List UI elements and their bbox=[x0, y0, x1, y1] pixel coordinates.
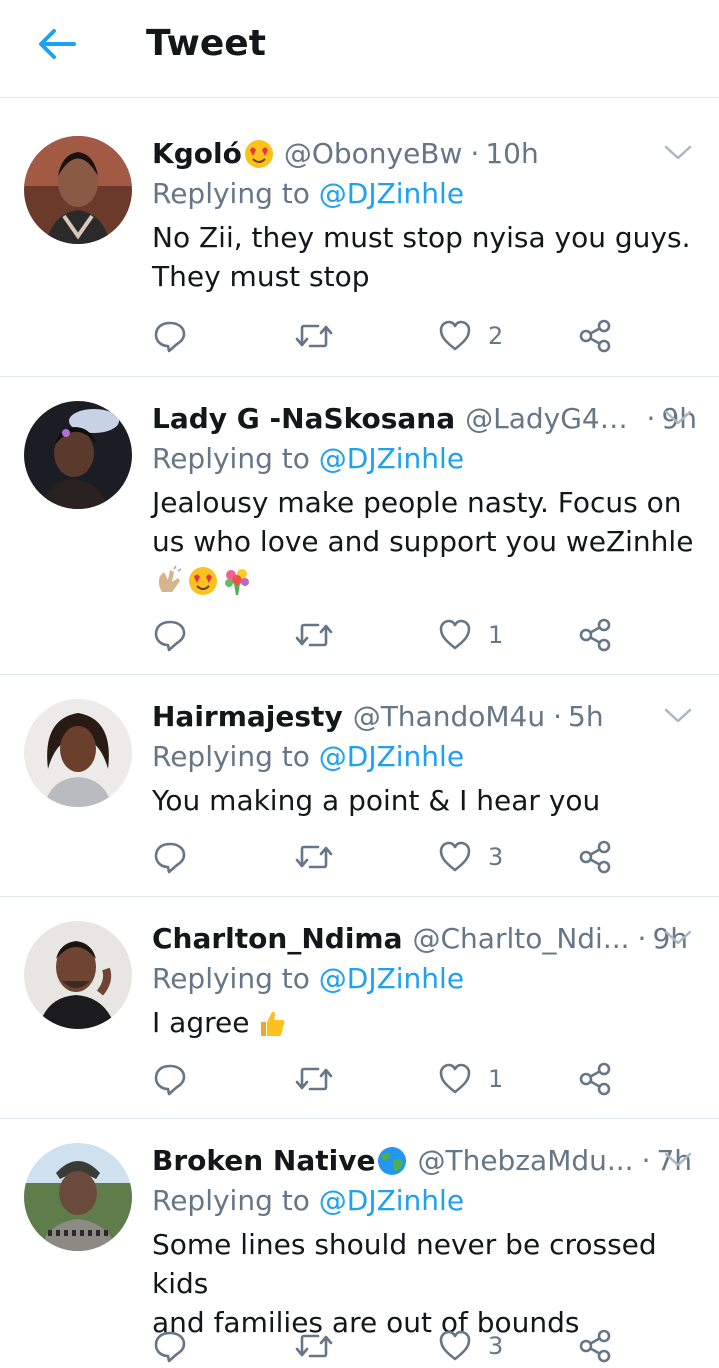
mention-link[interactable]: @DJZinhle bbox=[319, 1184, 464, 1217]
retweet-icon bbox=[295, 623, 333, 647]
share-button[interactable] bbox=[578, 1324, 612, 1368]
heart-eyes-emoji-icon bbox=[244, 140, 273, 168]
heart-eyes-emoji-icon bbox=[189, 566, 217, 595]
tweet-item[interactable]: Lady G -NaSkosana @LadyG43... · 9h Reply… bbox=[0, 377, 719, 675]
back-arrow-icon bbox=[39, 29, 76, 59]
like-count: 3 bbox=[488, 1332, 504, 1360]
author-name[interactable]: Broken Native bbox=[152, 1141, 375, 1181]
top-bar: Tweet bbox=[0, 0, 719, 98]
share-button[interactable] bbox=[578, 613, 612, 657]
chevron-down-icon[interactable] bbox=[663, 705, 693, 725]
bouquet-emoji-icon bbox=[225, 568, 249, 595]
author-handle[interactable]: @ThebzaMdu... bbox=[417, 1141, 633, 1181]
like-count: 1 bbox=[488, 621, 504, 649]
mention-link[interactable]: @DJZinhle bbox=[319, 962, 464, 995]
reply-icon bbox=[154, 842, 186, 874]
mention-link[interactable]: @DJZinhle bbox=[319, 740, 464, 773]
like-icon bbox=[439, 841, 471, 872]
author-name[interactable]: Lady G -NaSkosana bbox=[152, 399, 455, 439]
reply-icon bbox=[154, 1064, 186, 1096]
share-icon bbox=[579, 319, 611, 353]
share-button[interactable] bbox=[578, 1057, 612, 1101]
chevron-down-icon[interactable] bbox=[663, 407, 693, 427]
replying-to-line: Replying to @DJZinhle bbox=[152, 962, 465, 995]
like-button[interactable]: 2 bbox=[438, 314, 503, 358]
avatar[interactable] bbox=[24, 1143, 132, 1251]
share-button[interactable] bbox=[578, 314, 612, 358]
avatar[interactable] bbox=[24, 136, 132, 244]
tweet-item[interactable]: Hairmajesty @ThandoM4u · 5h Replying to … bbox=[0, 675, 719, 897]
retweet-icon bbox=[295, 845, 333, 869]
avatar[interactable] bbox=[24, 921, 132, 1029]
like-icon bbox=[439, 1330, 471, 1361]
share-icon bbox=[579, 618, 611, 652]
like-button[interactable]: 1 bbox=[438, 613, 503, 657]
retweet-button[interactable] bbox=[294, 835, 334, 879]
chevron-down-icon[interactable] bbox=[663, 927, 693, 947]
tweet-text: Jealousy make people nasty. Focus on us … bbox=[152, 483, 697, 600]
like-icon bbox=[439, 1063, 471, 1094]
replying-to-line: Replying to @DJZinhle bbox=[152, 1184, 465, 1217]
share-button[interactable] bbox=[578, 835, 612, 879]
tweet-time[interactable]: 5h bbox=[568, 697, 604, 737]
like-button[interactable]: 3 bbox=[438, 835, 503, 879]
like-count: 3 bbox=[488, 843, 504, 871]
author-name[interactable]: Hairmajesty bbox=[152, 697, 343, 737]
reply-icon bbox=[154, 321, 186, 353]
replies-list: Kgoló @ObonyeBw · 10h Replying to @DJZin… bbox=[0, 112, 719, 1363]
reply-icon bbox=[154, 620, 186, 652]
reply-button[interactable] bbox=[152, 613, 188, 657]
tweet-text: I agree bbox=[152, 1003, 697, 1042]
retweet-icon bbox=[295, 1067, 333, 1091]
author-handle[interactable]: @LadyG43... bbox=[465, 399, 638, 439]
replying-to-line: Replying to @DJZinhle bbox=[152, 442, 465, 475]
tweet-item[interactable]: Kgoló @ObonyeBw · 10h Replying to @DJZin… bbox=[0, 112, 719, 377]
author-handle[interactable]: @ObonyeBw bbox=[284, 134, 463, 174]
avatar[interactable] bbox=[24, 401, 132, 509]
globe-emoji-icon bbox=[378, 1147, 407, 1175]
author-handle[interactable]: @ThandoM4u bbox=[353, 697, 545, 737]
reply-button[interactable] bbox=[152, 1324, 188, 1368]
author-handle[interactable]: @Charlto_Ndi... bbox=[412, 919, 629, 959]
tweet-item[interactable]: Charlton_Ndima @Charlto_Ndi... · 9h Repl… bbox=[0, 897, 719, 1119]
retweet-button[interactable] bbox=[294, 1057, 334, 1101]
like-count: 2 bbox=[488, 322, 504, 350]
thumbs-up-emoji-icon bbox=[261, 1011, 285, 1036]
mention-link[interactable]: @DJZinhle bbox=[319, 177, 464, 210]
share-icon bbox=[579, 1062, 611, 1096]
retweet-icon bbox=[295, 324, 333, 348]
retweet-icon bbox=[295, 1334, 333, 1358]
page-title: Tweet bbox=[146, 23, 266, 64]
retweet-button[interactable] bbox=[294, 314, 334, 358]
tweet-time[interactable]: 10h bbox=[485, 134, 538, 174]
replying-to-line: Replying to @DJZinhle bbox=[152, 740, 465, 773]
chevron-down-icon[interactable] bbox=[663, 142, 693, 162]
share-icon bbox=[579, 840, 611, 874]
like-button[interactable]: 1 bbox=[438, 1057, 503, 1101]
retweet-button[interactable] bbox=[294, 1324, 334, 1368]
retweet-button[interactable] bbox=[294, 613, 334, 657]
share-icon bbox=[579, 1329, 611, 1363]
reply-icon bbox=[154, 1331, 186, 1363]
avatar[interactable] bbox=[24, 699, 132, 807]
reply-button[interactable] bbox=[152, 314, 188, 358]
like-icon bbox=[439, 619, 471, 650]
chevron-down-icon[interactable] bbox=[663, 1149, 693, 1169]
like-button[interactable]: 3 bbox=[438, 1324, 503, 1368]
tweet-text: No Zii, they must stop nyisa you guys. T… bbox=[152, 221, 691, 293]
tweet-item[interactable]: Broken Native @ThebzaMdu... · 7h Replyin… bbox=[0, 1119, 719, 1363]
replying-to-line: Replying to @DJZinhle bbox=[152, 177, 465, 210]
clapping-hands-emoji-icon bbox=[158, 565, 182, 592]
tweet-text: You making a point & I hear you bbox=[152, 784, 601, 817]
reply-button[interactable] bbox=[152, 835, 188, 879]
like-icon bbox=[439, 320, 471, 351]
author-name[interactable]: Charlton_Ndima bbox=[152, 919, 402, 959]
like-count: 1 bbox=[488, 1065, 504, 1093]
mention-link[interactable]: @DJZinhle bbox=[319, 442, 464, 475]
author-name[interactable]: Kgoló bbox=[152, 134, 242, 174]
back-button[interactable] bbox=[30, 22, 82, 66]
reply-button[interactable] bbox=[152, 1057, 188, 1101]
